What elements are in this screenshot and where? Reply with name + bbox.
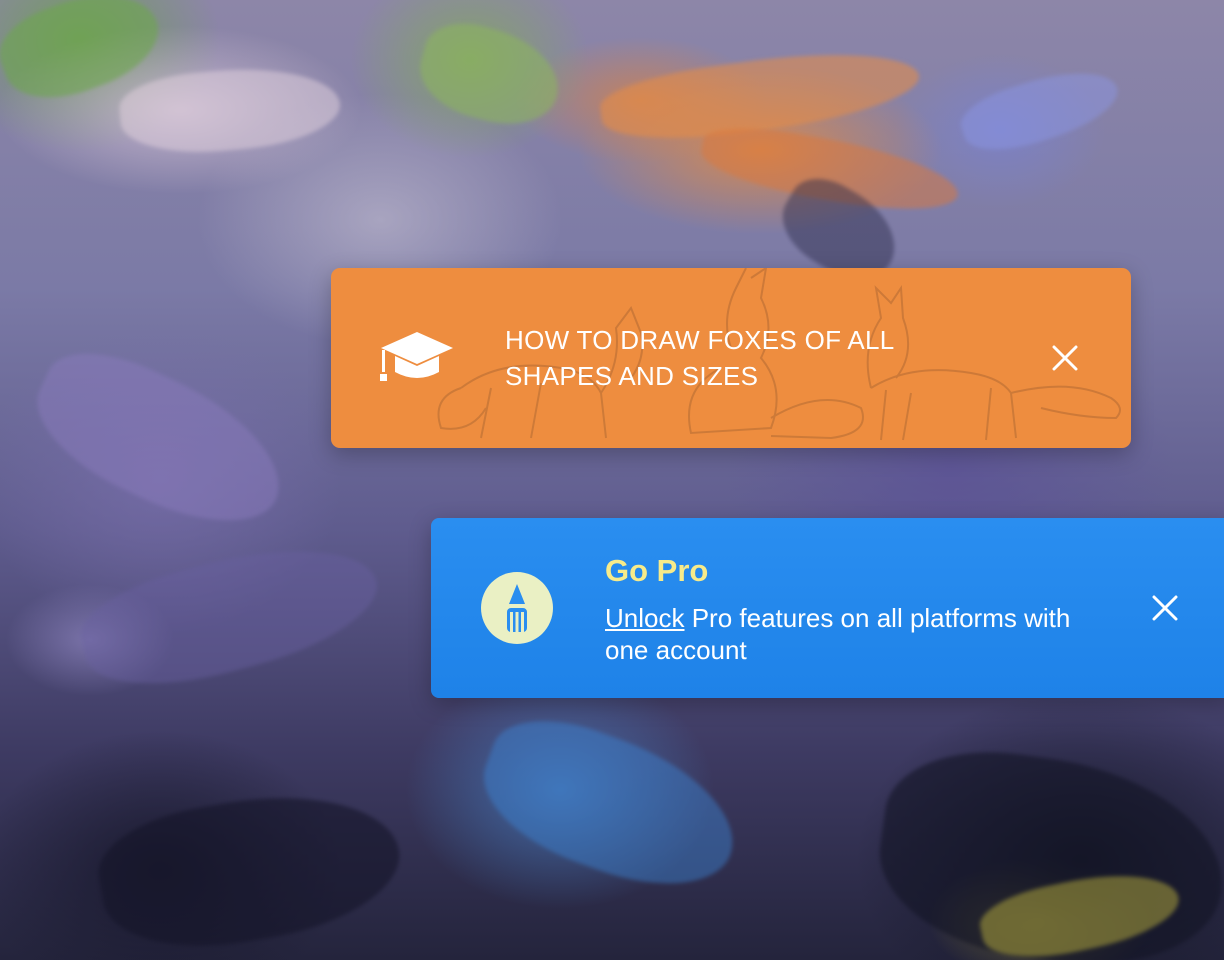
pencil-icon [507,584,527,632]
brush-stroke [70,523,390,707]
brush-stroke [954,56,1126,164]
go-pro-close-button[interactable] [1145,588,1185,628]
brush-stroke [410,13,570,137]
background-artwork [0,0,1224,960]
graduation-cap-icon [380,332,453,381]
go-pro-title: Go Pro [605,553,709,588]
close-icon[interactable] [1152,595,1178,621]
go-pro-description: Unlock Pro features on all platforms wit… [605,602,1085,666]
course-notification[interactable]: HOW TO DRAW FOXES OF ALL SHAPES AND SIZE… [331,268,1131,448]
brush-stroke [16,330,304,550]
brush-stroke [465,699,755,911]
pro-icon-badge [481,572,553,644]
go-pro-notification[interactable]: Go Pro Unlock Pro features on all platfo… [431,518,1224,698]
course-title[interactable]: HOW TO DRAW FOXES OF ALL SHAPES AND SIZE… [505,322,965,394]
brush-stroke [116,60,344,160]
close-icon[interactable] [1052,345,1078,371]
course-close-button[interactable] [1045,338,1085,378]
unlock-link[interactable]: Unlock [605,603,684,633]
brush-stroke [90,775,410,960]
